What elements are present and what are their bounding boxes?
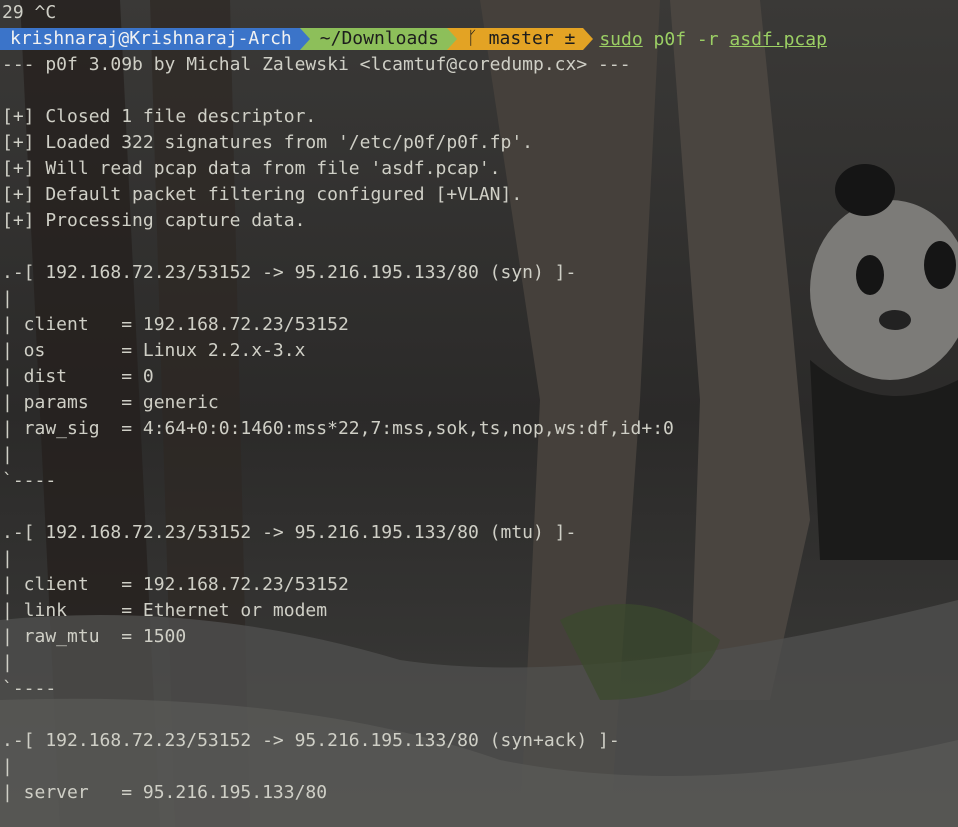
output-line: | [2,548,13,569]
output-line: | [2,288,13,309]
shell-prompt: krishnaraj@Krishnaraj-Arch ~/Downloads ᚴ… [0,26,958,52]
command-program: p0f -r [642,28,730,50]
prompt-user-host: krishnaraj@Krishnaraj-Arch [0,28,300,50]
prompt-cwd: ~/Downloads [309,28,447,50]
output-line: | client = 192.168.72.23/53152 [2,574,349,595]
prompt-git-branch: master ± [488,28,576,49]
prompt-separator [299,28,310,50]
output-line: .-[ 192.168.72.23/53152 -> 95.216.195.13… [2,262,577,283]
prompt-separator [583,28,594,50]
output-line: | client = 192.168.72.23/53152 [2,314,349,335]
output-line: | link = Ethernet or modem [2,600,328,621]
command-line[interactable]: sudo p0f -r asdf.pcap [593,29,827,50]
output-line: | [2,444,13,465]
output-line: [+] Loaded 322 signatures from '/etc/p0f… [2,132,534,153]
output-line: `---- [2,470,57,491]
output-line: | params = generic [2,392,219,413]
output-line: | server = 95.216.195.133/80 [2,782,328,803]
command-file-arg: asdf.pcap [729,28,827,50]
output-line: | [2,652,13,673]
branch-icon: ᚴ [466,28,478,49]
output-line: | raw_sig = 4:64+0:0:1460:mss*22,7:mss,s… [2,418,674,439]
prompt-separator [446,28,457,50]
output-line: [+] Will read pcap data from file 'asdf.… [2,158,501,179]
output-line: | raw_mtu = 1500 [2,626,187,647]
output-line: .-[ 192.168.72.23/53152 -> 95.216.195.13… [2,730,620,751]
output-line: `---- [2,678,57,699]
output-line: [+] Closed 1 file descriptor. [2,106,317,127]
terminal-window[interactable]: 29 ^C krishnaraj@Krishnaraj-Arch ~/Downl… [0,0,958,827]
command-sudo: sudo [599,28,643,50]
output-line: [+] Default packet filtering configured … [2,184,523,205]
previous-output-line: 29 ^C [2,2,57,23]
output-line: | os = Linux 2.2.x-3.x [2,340,306,361]
output-line: --- p0f 3.09b by Michal Zalewski <lcamtu… [2,54,631,75]
output-line: | [2,756,13,777]
output-line: | dist = 0 [2,366,154,387]
output-line: [+] Processing capture data. [2,210,306,231]
command-output: --- p0f 3.09b by Michal Zalewski <lcamtu… [0,52,958,806]
prompt-git-segment: ᚴ master ± [456,28,584,50]
output-line: .-[ 192.168.72.23/53152 -> 95.216.195.13… [2,522,577,543]
